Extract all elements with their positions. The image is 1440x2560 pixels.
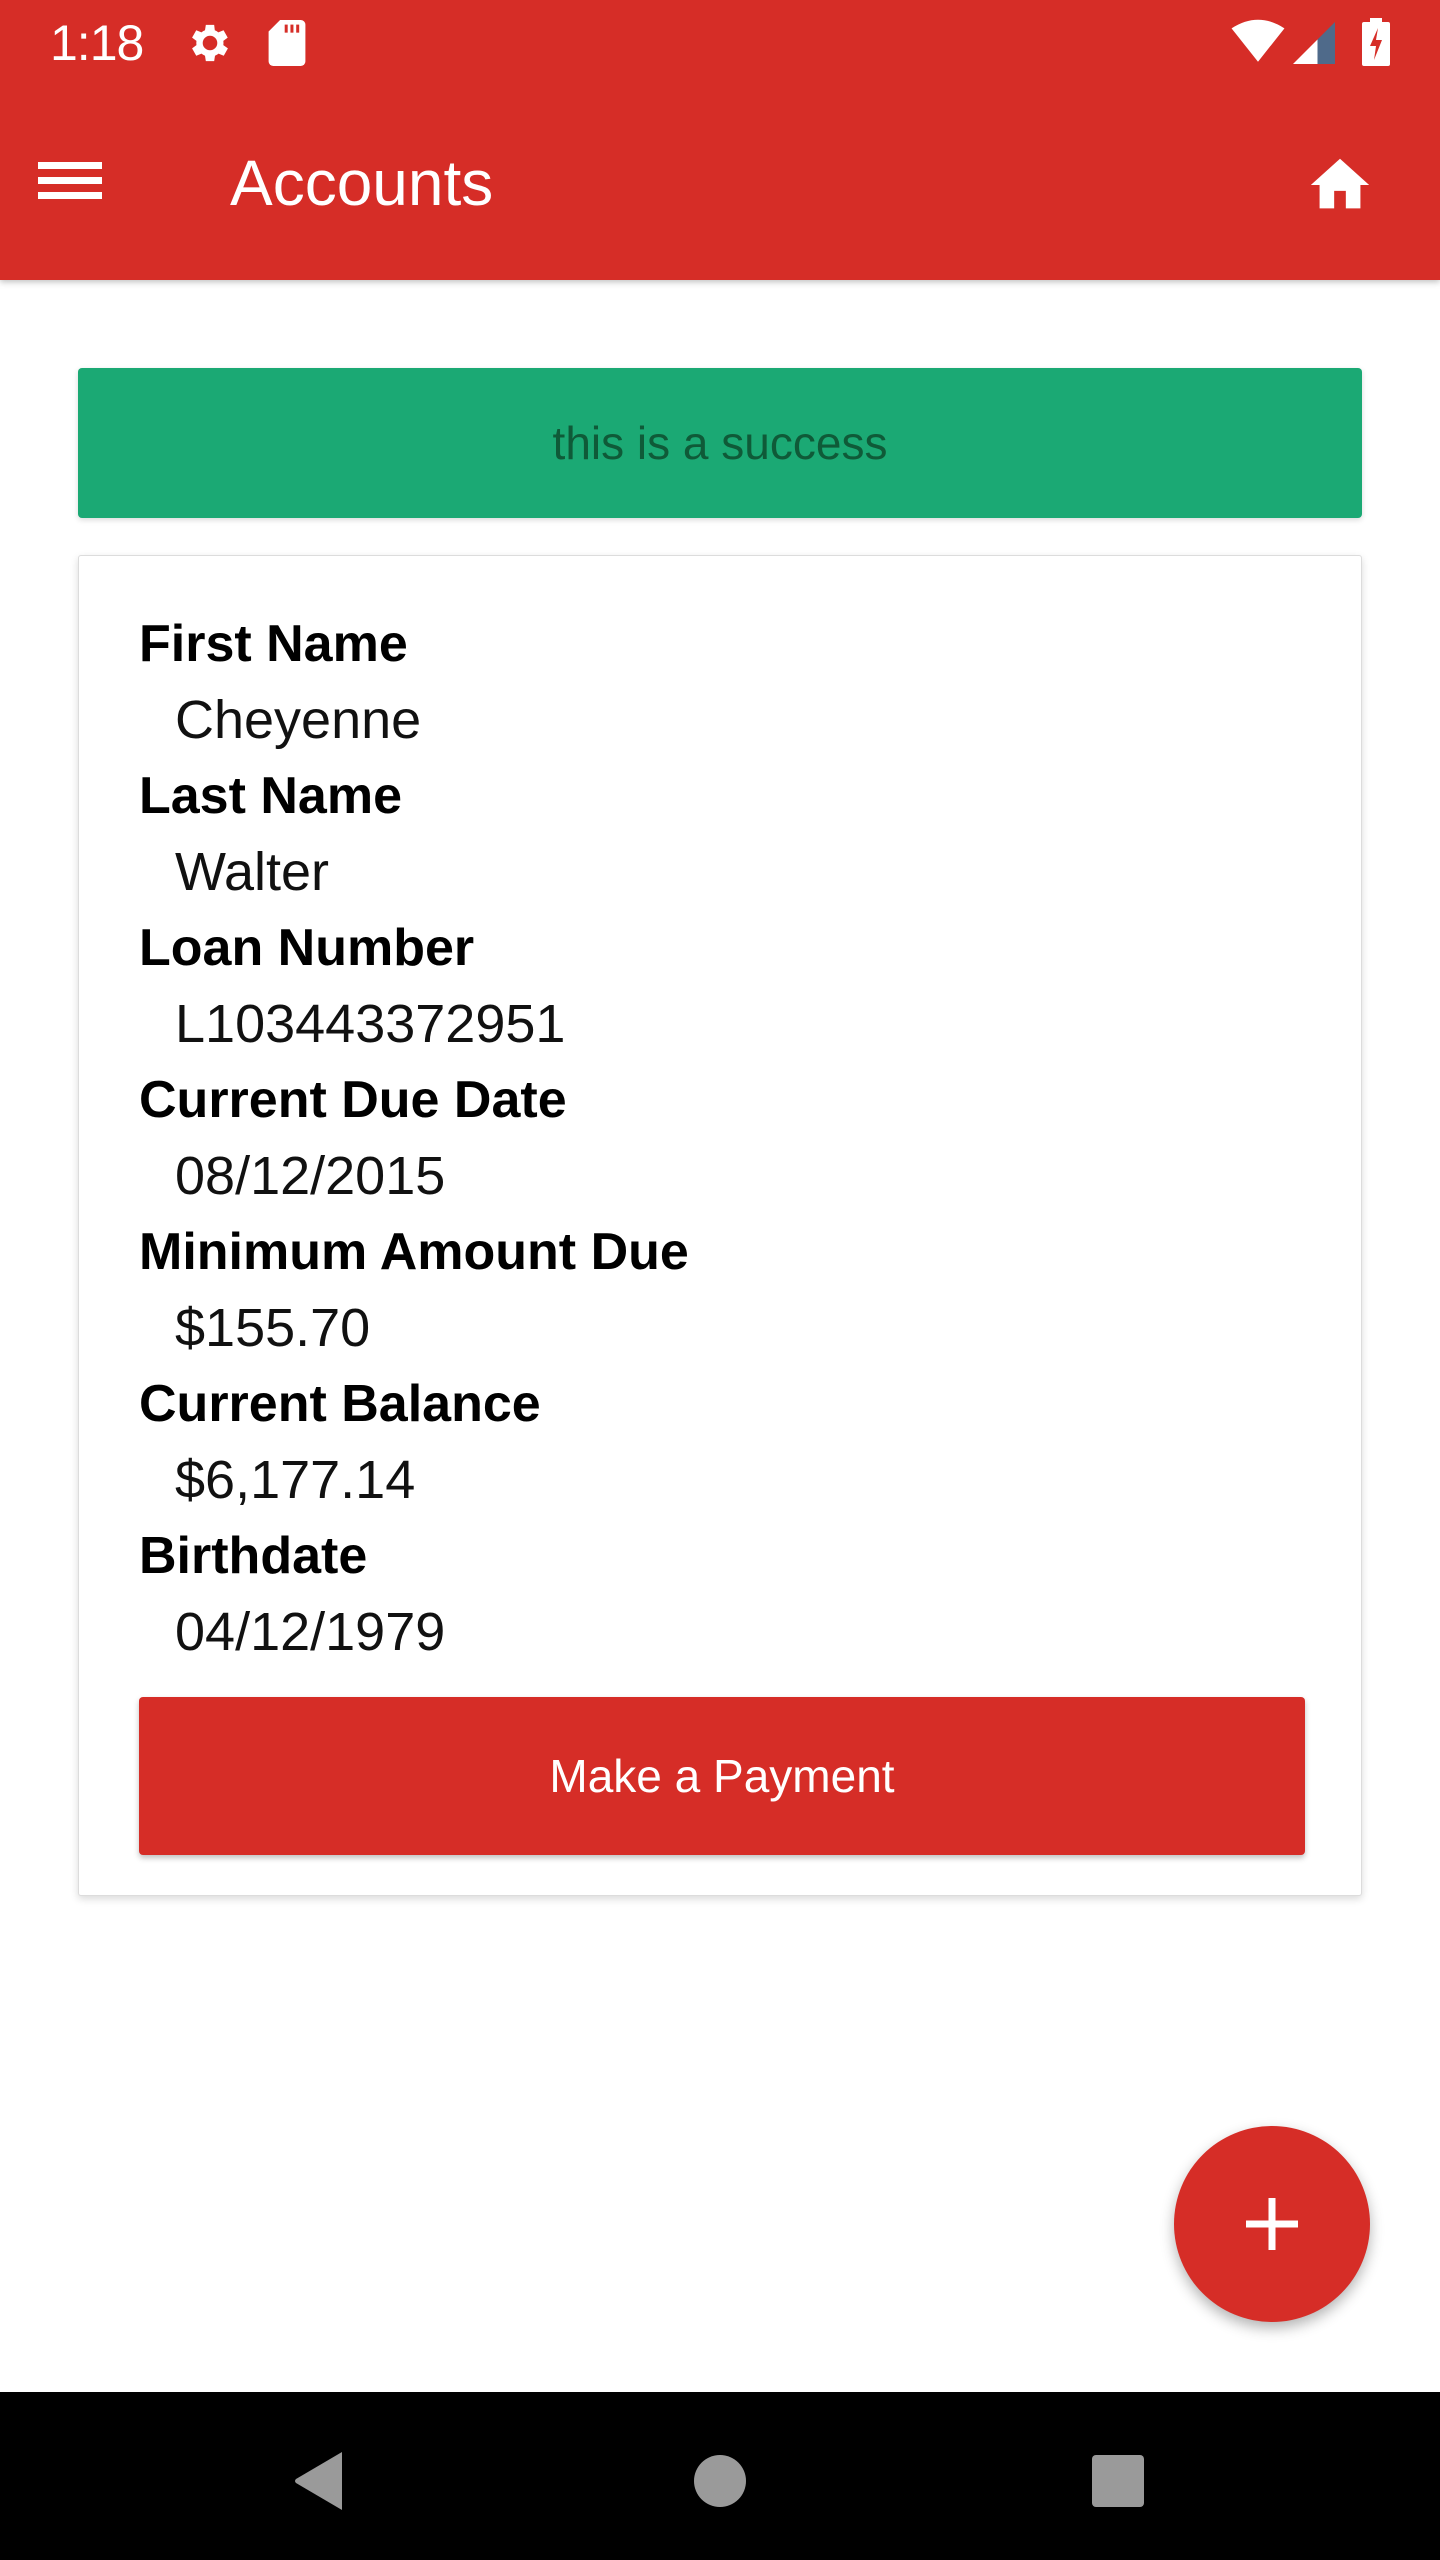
menu-icon bbox=[38, 162, 102, 199]
settings-icon bbox=[192, 24, 228, 62]
home-button[interactable] bbox=[1305, 150, 1375, 220]
signal-icon bbox=[1293, 22, 1335, 64]
field-label: Birthdate bbox=[139, 1527, 368, 1585]
field-label: First Name bbox=[139, 615, 408, 673]
field-value: Walter bbox=[175, 842, 330, 902]
field-minimum-amount-due: Minimum Amount Due $155.70 bbox=[139, 1214, 689, 1366]
recents-icon bbox=[1092, 2455, 1144, 2507]
account-card: First Name Cheyenne Last Name Walter Loa… bbox=[78, 555, 1362, 1896]
field-value: $155.70 bbox=[175, 1298, 371, 1358]
app-bar: 1:18 Accounts bbox=[0, 0, 1440, 280]
field-current-balance: Current Balance $6,177.14 bbox=[139, 1366, 689, 1518]
sd-card-icon bbox=[268, 20, 306, 66]
field-label: Loan Number bbox=[139, 919, 475, 977]
battery-charging-icon bbox=[1362, 18, 1390, 66]
system-nav-bar bbox=[0, 2392, 1440, 2560]
back-icon bbox=[295, 2452, 342, 2510]
field-value: Cheyenne bbox=[175, 690, 422, 750]
nav-recents-button[interactable] bbox=[1073, 2436, 1163, 2526]
nav-home-button[interactable] bbox=[675, 2436, 765, 2526]
field-first-name: First Name Cheyenne bbox=[139, 606, 689, 758]
field-value: 08/12/2015 bbox=[175, 1146, 446, 1206]
field-value: 04/12/1979 bbox=[175, 1602, 446, 1662]
account-fields: First Name Cheyenne Last Name Walter Loa… bbox=[139, 606, 689, 1670]
status-time: 1:18 bbox=[50, 15, 144, 71]
add-icon bbox=[1246, 2198, 1298, 2250]
field-label: Minimum Amount Due bbox=[139, 1223, 689, 1281]
field-birthdate: Birthdate 04/12/1979 bbox=[139, 1518, 689, 1670]
field-label: Current Due Date bbox=[139, 1071, 567, 1129]
field-current-due-date: Current Due Date 08/12/2015 bbox=[139, 1062, 689, 1214]
field-loan-number: Loan Number L103443372951 bbox=[139, 910, 689, 1062]
home-circle-icon bbox=[694, 2455, 746, 2507]
banner-message: this is a success bbox=[552, 417, 888, 469]
wifi-icon bbox=[1231, 19, 1285, 62]
add-fab-button[interactable] bbox=[1174, 2126, 1370, 2322]
home-icon bbox=[1310, 158, 1370, 209]
page-title: Accounts bbox=[230, 147, 494, 219]
success-banner: this is a success bbox=[78, 368, 1362, 518]
field-value: $6,177.14 bbox=[175, 1450, 416, 1510]
field-label: Last Name bbox=[139, 767, 402, 825]
menu-button[interactable] bbox=[38, 152, 108, 208]
make-payment-button[interactable]: Make a Payment bbox=[139, 1697, 1305, 1855]
nav-back-button[interactable] bbox=[274, 2436, 364, 2526]
field-last-name: Last Name Walter bbox=[139, 758, 689, 910]
field-value: L103443372951 bbox=[175, 994, 566, 1054]
field-label: Current Balance bbox=[139, 1375, 541, 1433]
